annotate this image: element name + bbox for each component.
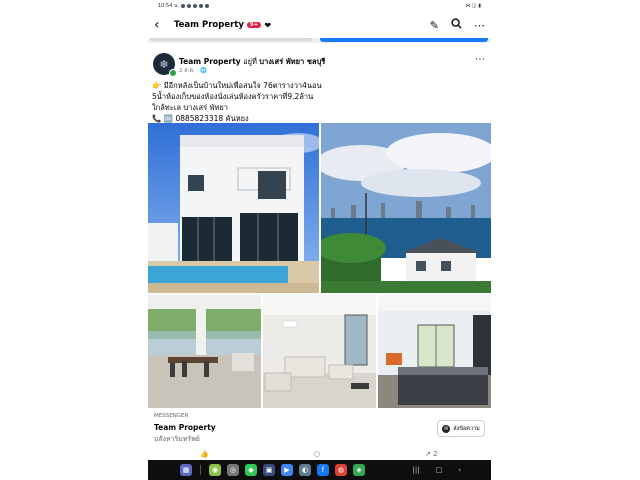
app-bar-title[interactable]: Team Property — [174, 20, 244, 30]
app-icon[interactable]: ◐ — [299, 464, 311, 476]
app-icon[interactable]: ▣ — [263, 464, 275, 476]
photo-dining-area[interactable] — [148, 295, 261, 408]
more-options-icon[interactable]: ⋯ — [474, 19, 485, 32]
send-message-label: ส่งข้อความ — [453, 425, 480, 432]
cta-page-name[interactable]: Team Property — [154, 423, 216, 432]
recents-icon[interactable]: ||| — [412, 466, 419, 474]
facebook-app-icon[interactable]: f — [317, 464, 329, 476]
comment-icon[interactable]: ○ — [314, 450, 320, 458]
back-arrow-icon[interactable]: ‹ — [154, 17, 170, 33]
app-bar: ‹ Team Property 9+ ❤ ✎ ⋯ — [148, 12, 491, 38]
notification-icon — [199, 4, 204, 8]
search-icon[interactable] — [451, 18, 462, 32]
photo-house-exterior[interactable] — [148, 123, 319, 293]
taskbar-separator — [200, 465, 201, 475]
post-text-line: ใกล้ทะเล บางเสร่ พัทยา — [152, 103, 228, 112]
send-message-button[interactable]: ✉ ส่งข้อความ — [437, 420, 485, 437]
app-icon[interactable]: ▶ — [281, 464, 293, 476]
notification-badge: 9+ — [246, 22, 262, 28]
app-icon[interactable]: ◆ — [245, 464, 257, 476]
device-taskbar: ▦ ◉ ◎ ◆ ▣ ▶ ◐ f ◍ ◈ ||| □ ‹ — [148, 460, 491, 480]
heart-icon[interactable]: ❤ — [264, 21, 271, 30]
post-text-line: 👉 มีอีกหลังเป็นบ้านใหม่เพื่อสนใจ 76ตาราง… — [152, 81, 322, 90]
messenger-icon: ✉ — [442, 424, 451, 433]
status-icons: ⋈ ◫ ▮ — [465, 3, 481, 9]
app-icon[interactable]: ◈ — [353, 464, 365, 476]
post-more-icon[interactable]: ⋯ — [475, 54, 485, 65]
location-link[interactable]: บางเสร่ พัทยา ชลบุรี — [259, 57, 325, 66]
share-button[interactable]: ↗ 2 — [425, 450, 438, 458]
home-icon[interactable]: □ — [436, 466, 443, 474]
share-count: 2 — [433, 450, 438, 458]
notification-icon — [205, 4, 210, 8]
back-nav-icon[interactable]: ‹ — [458, 466, 461, 474]
notification-icon — [181, 4, 186, 8]
location-prefix: อยู่ที่ — [243, 57, 257, 66]
reaction-bar: 👍 ○ ↗ 2 — [148, 448, 491, 460]
app-icon[interactable]: ◎ — [227, 464, 239, 476]
tab-indicator-inactive[interactable] — [150, 38, 312, 41]
notification-icon — [193, 4, 198, 8]
chrome-app-icon[interactable]: ◍ — [335, 464, 347, 476]
like-icon[interactable]: 👍 — [200, 450, 209, 458]
tab-strip — [148, 38, 491, 43]
apps-grid-icon[interactable]: ▦ — [180, 464, 192, 476]
photo-sea-view[interactable] — [321, 123, 491, 293]
notification-icon — [187, 4, 192, 8]
cta-label: MESSENGER — [154, 413, 189, 419]
photo-living-room[interactable] — [263, 295, 376, 408]
post-text: 👉 มีอีกหลังเป็นบ้านใหม่เพื่อสนใจ 76ตาราง… — [152, 80, 472, 124]
post-meta: 2 ส.ค. · 🌐 — [179, 68, 207, 74]
phone-screen: 10:54 น. ⋈ ◫ ▮ ‹ Team Property 9+ ❤ ✎ ⋯ … — [148, 0, 491, 480]
status-time: 10:54 น. — [158, 3, 180, 9]
online-status-icon — [169, 69, 177, 77]
post-text-line: 5น้ำห้องเก็บของห้องนั่งเล่นห้องครัวราคาท… — [152, 92, 314, 101]
app-icon[interactable]: ◉ — [209, 464, 221, 476]
status-bar: 10:54 น. ⋈ ◫ ▮ — [148, 0, 491, 12]
page-name-link[interactable]: Team Property — [179, 57, 241, 66]
cta-category: อสังหาริมทรัพย์ — [154, 435, 200, 443]
edit-icon[interactable]: ✎ — [430, 19, 439, 32]
post-header: ❄ Team Property อยู่ที่ บางเสร่ พัทยา ชล… — [148, 48, 491, 80]
photo-bedroom[interactable] — [378, 295, 491, 408]
tab-indicator-active[interactable] — [320, 38, 488, 42]
